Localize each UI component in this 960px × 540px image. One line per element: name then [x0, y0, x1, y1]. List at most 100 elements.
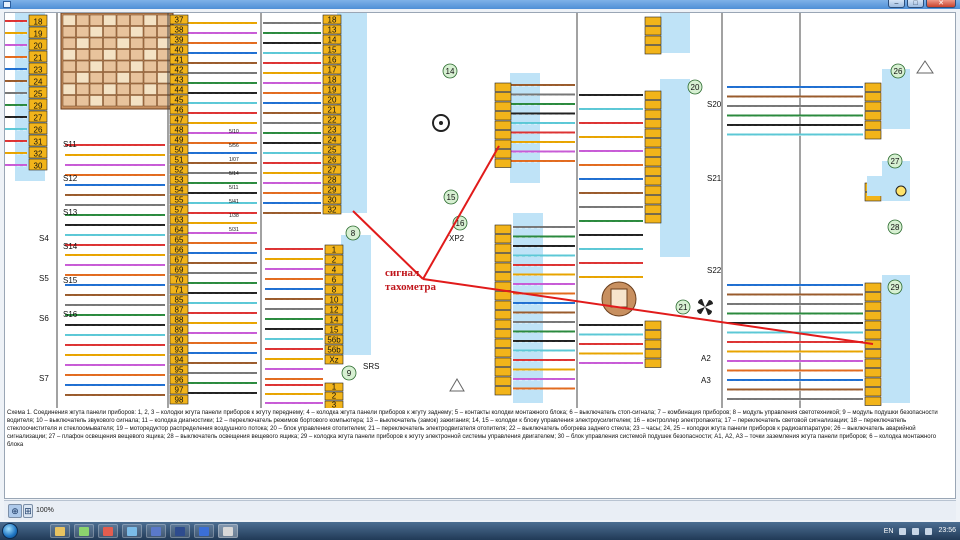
flag-icon[interactable] — [925, 527, 933, 535]
connector-a-pin-number: 22 — [328, 116, 337, 125]
connector-right-pin — [644, 26, 662, 36]
splice-label: S5 — [39, 274, 49, 283]
connector-right-pin — [494, 319, 512, 329]
zoom-tool-button[interactable]: ⊕ — [8, 504, 22, 518]
connector-right-pin — [644, 330, 662, 340]
mounting-block-cell — [116, 72, 130, 84]
harness-mid-pin-number: 42 — [175, 66, 184, 75]
connector-right-pin — [494, 272, 512, 282]
window-controls: – □ ✕ — [888, 0, 956, 9]
connector-8-pin-number: 56b — [327, 346, 341, 355]
mounting-block-cell — [130, 95, 144, 107]
connector-right-pin — [864, 101, 882, 111]
connector-right-pin — [864, 330, 882, 340]
mounting-block-cell — [76, 37, 90, 49]
harness-left-pin-number: 26 — [34, 126, 43, 135]
connector-right-pin — [644, 195, 662, 205]
taskbar-app-browser[interactable] — [98, 524, 118, 538]
wire-code: 5/31 — [229, 227, 239, 233]
title-bar[interactable]: – □ ✕ — [0, 0, 960, 9]
connector-right-pin — [644, 138, 662, 148]
volume-icon[interactable] — [912, 527, 920, 535]
taskbar-app-explorer[interactable] — [50, 524, 70, 538]
connector-right-pin — [494, 158, 512, 168]
clock[interactable]: 23:56 — [938, 527, 956, 535]
mounting-block-cell — [103, 60, 117, 72]
mounting-block-cell — [76, 83, 90, 95]
mounting-block-cell — [143, 14, 157, 26]
connector-right-pin — [644, 100, 662, 110]
mounting-block-cell — [62, 60, 76, 72]
taskbar-app-media[interactable] — [74, 524, 94, 538]
maximize-button[interactable]: □ — [907, 0, 924, 8]
harness-mid-pin-number: 89 — [175, 326, 184, 335]
splice-label: S16 — [63, 310, 78, 319]
harness-mid-pin-number: 48 — [175, 126, 184, 135]
mounting-block-cell — [62, 49, 76, 61]
zoom-level: 100% — [36, 507, 54, 514]
harness-mid-pin-number: 69 — [175, 266, 184, 275]
connector-right-pin — [494, 120, 512, 130]
harness-mid-pin-number: 66 — [175, 246, 184, 255]
taskbar-app-editor[interactable] — [146, 524, 166, 538]
taskbar-app-image-viewer[interactable] — [218, 524, 238, 538]
taskbar-app-photoshop[interactable] — [170, 524, 190, 538]
splice-label: S11 — [63, 140, 77, 149]
panel-connector-a — [337, 13, 367, 213]
taskbar-app-download[interactable] — [122, 524, 142, 538]
mounting-block-cell — [62, 83, 76, 95]
fit-tool-button[interactable]: ⊞ — [23, 504, 33, 518]
mounting-block-cell — [116, 37, 130, 49]
mounting-block-cell — [103, 26, 117, 38]
connector-right-pin — [864, 130, 882, 140]
connector-right-pin — [494, 224, 512, 234]
splice-label: A2 — [701, 354, 711, 363]
close-button[interactable]: ✕ — [926, 0, 956, 8]
minimize-button[interactable]: – — [888, 0, 905, 8]
connector-right-pin — [644, 204, 662, 214]
connector-a-pin-number: 14 — [328, 36, 337, 45]
connector-a-pin-number: 30 — [328, 196, 337, 205]
connector-right-pin — [644, 358, 662, 368]
harness-left-pin-number: 27 — [34, 114, 43, 123]
mounting-block-cell — [103, 37, 117, 49]
harness-mid-pin-number: 54 — [175, 186, 184, 195]
connector-right-pin — [494, 243, 512, 253]
component-number: 27 — [891, 157, 900, 166]
connector-right-pin — [494, 310, 512, 320]
mounting-block-cell — [62, 72, 76, 84]
mounting-block-cell — [130, 72, 144, 84]
network-icon[interactable] — [899, 527, 907, 535]
image-viewer-window: – □ ✕ S11 S12 S13 S14 S15 S16 S4 S5 S6 S… — [0, 0, 960, 522]
component-number: 28 — [891, 223, 900, 232]
connector-8-pin-number: Xz — [329, 356, 338, 365]
connector-a-pin-number: 18 — [328, 16, 337, 25]
connector-right-pin — [494, 367, 512, 377]
connector-right-pin — [494, 82, 512, 92]
panel-connector-14 — [510, 73, 540, 183]
mounting-block-cell — [143, 95, 157, 107]
wire-code: 5/14 — [229, 171, 239, 177]
harness-mid-pin-number: 57 — [175, 206, 184, 215]
mounting-block-cell — [89, 95, 103, 107]
connector-right-pin — [864, 120, 882, 130]
status-bar: ⊕ ⊞ 100% — [4, 500, 956, 520]
harness-mid-pin-number: 98 — [175, 396, 184, 405]
language-indicator[interactable]: EN — [884, 528, 894, 535]
connector-right-pin — [864, 339, 882, 349]
connector-right-pin — [494, 386, 512, 396]
connector-right-pin — [864, 92, 882, 102]
connector-a-pin-number: 17 — [328, 66, 337, 75]
splice-label: S20 — [707, 100, 722, 109]
connector-8-pin-number: 2 — [332, 256, 337, 265]
connector-right-pin — [644, 119, 662, 129]
diagram-caption: Схема 1. Соединения жгута панели приборо… — [7, 410, 938, 448]
connector-right-pin — [864, 320, 882, 330]
taskbar-app-word[interactable] — [194, 524, 214, 538]
harness-mid-pin-number: 95 — [175, 366, 184, 375]
connector-right-pin — [644, 16, 662, 26]
start-button[interactable] — [2, 523, 18, 539]
harness-mid-pin-number: 71 — [175, 286, 184, 295]
image-canvas[interactable]: S11 S12 S13 S14 S15 S16 S4 S5 S6 S7 S20 S21 S22 A2 A3 8… — [4, 12, 956, 499]
harness-left-pin-number: 32 — [34, 150, 43, 159]
